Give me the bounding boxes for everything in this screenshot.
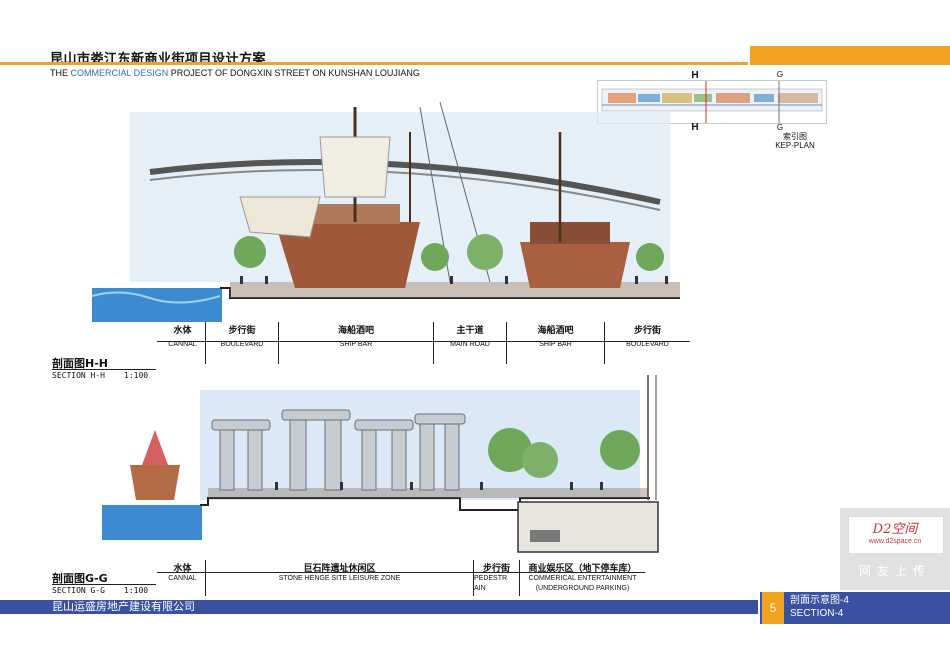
zone-label-en: BOULEVARD xyxy=(626,341,669,348)
zone-label-cn: 水体 xyxy=(173,564,192,574)
zone-label-cn: 步行街 xyxy=(228,326,256,336)
zone-label-en: SHIP BAR xyxy=(539,341,572,348)
zone-label-en-line2: (UNDERGROUND PARKING) xyxy=(535,585,630,592)
watermark-logo-text: D2空间 xyxy=(872,522,918,537)
header-accent-block xyxy=(750,46,950,65)
zone-label-cn: 巨石阵遗址休闲区 xyxy=(303,564,376,574)
keyplan-caption-en: KEP-PLAN xyxy=(775,141,815,150)
keyplan-marker-g-top: G xyxy=(776,70,784,79)
zone-label-cn: 海船酒吧 xyxy=(537,326,574,336)
section-gg-code: SECTION G-G xyxy=(52,586,105,595)
zone-label-cn: 水体 xyxy=(173,326,192,336)
zone-label-en: CANNAL xyxy=(168,575,197,582)
zone-label-en: MAIN ROAD xyxy=(450,341,490,348)
section-hh-illustration xyxy=(91,101,680,322)
section-gg-illustration xyxy=(102,375,659,553)
zone-label-en: PEDESTR xyxy=(474,575,508,582)
zone-label-en: CANNAL xyxy=(168,341,197,348)
zone-label-cn: 商业娱乐区（地下停车库） xyxy=(528,564,637,574)
company-name: 昆山运盛房地产建设有限公司 xyxy=(52,600,195,613)
zone-label-cn: 主干道 xyxy=(456,326,484,336)
zone-label-cn: 步行街 xyxy=(482,564,510,574)
keyplan-marker-h-top: H xyxy=(691,70,699,81)
footer-section-block xyxy=(760,592,950,624)
header-rule xyxy=(0,62,748,65)
zone-label-en: STONE HENGE SITE LEISURE ZONE xyxy=(278,575,401,582)
watermark-url: www.d2space.cn xyxy=(868,538,922,545)
zone-label-en: BOULEVARD xyxy=(220,341,264,348)
section-gg-scale: 1:100 xyxy=(124,586,149,595)
footer-section-cn: 剖面示意图-4 xyxy=(790,595,849,606)
keyplan-marker-h-bottom: H xyxy=(691,122,699,133)
zone-label-en: SHIP BAR xyxy=(339,341,373,348)
zone-label-cn: 步行街 xyxy=(633,326,661,336)
section-hh-code: SECTION H-H xyxy=(52,371,105,380)
zone-label-cn: 海船酒吧 xyxy=(337,326,374,336)
watermark-caption: 网友上传 xyxy=(858,564,931,578)
page-number: 5 xyxy=(762,592,784,624)
page-subtitle: THE COMMERCIAL DESIGN PROJECT OF DONGXIN… xyxy=(50,68,420,78)
footer-section-en: SECTION-4 xyxy=(790,608,844,619)
zone-label-en: COMMERICAL ENTERTAINMENT xyxy=(528,575,637,582)
zone-label-en-line2: AIN xyxy=(474,585,486,592)
section-gg-title-rule xyxy=(52,584,156,585)
footer-section-label: 剖面示意图-4 SECTION-4 xyxy=(790,594,849,620)
